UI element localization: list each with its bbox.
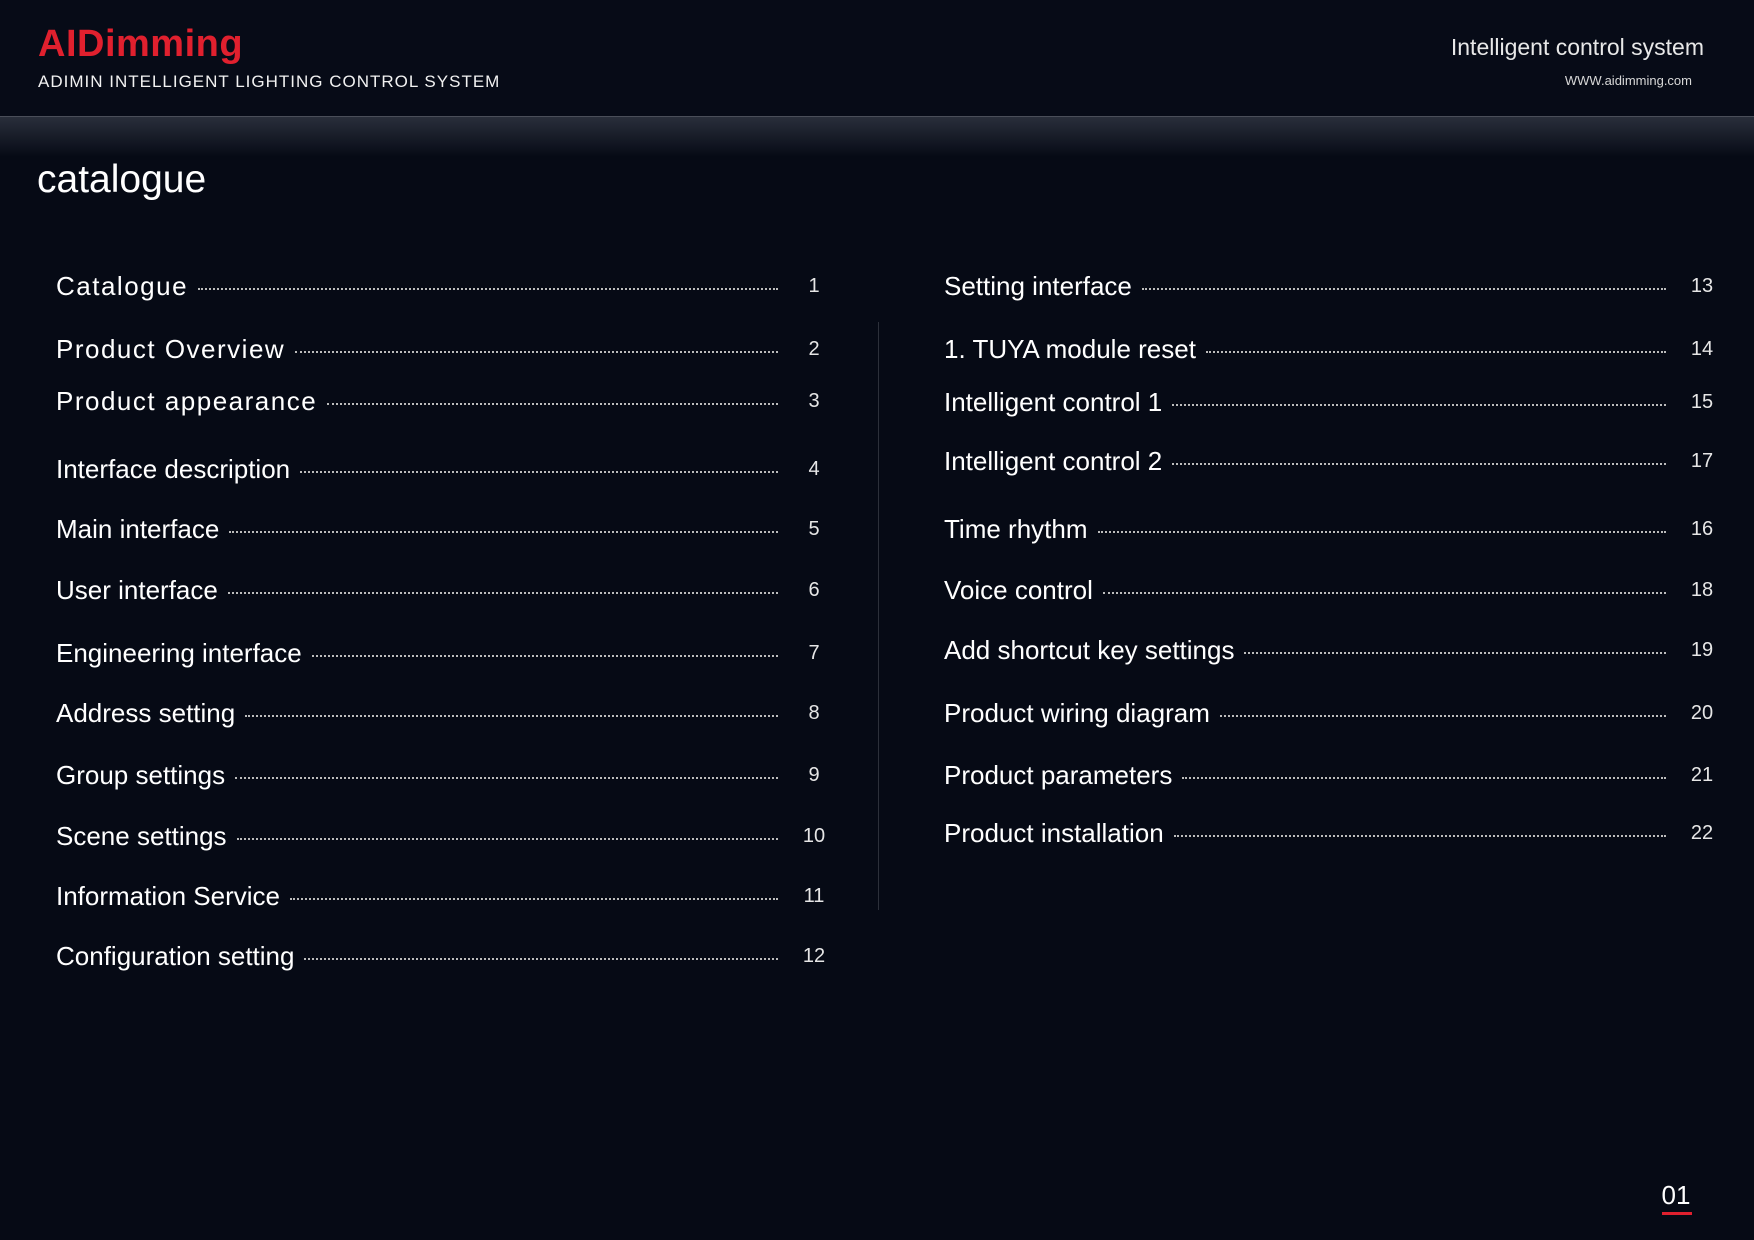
toc-leader-dots xyxy=(289,898,778,900)
toc-entry-label: Interface description xyxy=(56,453,291,484)
toc-leader-dots xyxy=(295,351,778,353)
toc-entry[interactable]: Product Overview 2 xyxy=(56,329,836,369)
toc-leader-dots xyxy=(1172,404,1666,406)
toc-entry[interactable]: Scene settings 10 xyxy=(56,816,836,856)
toc-entry-label: Product installation xyxy=(944,817,1164,848)
toc-entry-label: Group settings xyxy=(56,759,226,790)
toc-entry-page: 12 xyxy=(802,944,826,967)
toc-entry[interactable]: Engineering interface 7 xyxy=(56,633,836,673)
toc-entry-label: Configuration setting xyxy=(56,940,295,971)
toc-entry-label: Scene settings xyxy=(56,820,227,851)
toc-entry[interactable]: Intelligent control 1 15 xyxy=(944,382,1724,422)
toc-entry-page: 21 xyxy=(1690,763,1714,786)
page-title: catalogue xyxy=(37,158,207,201)
toc-entry-label: Voice control xyxy=(944,574,1093,605)
toc-leader-dots xyxy=(229,531,778,533)
toc-entry[interactable]: Address setting 8 xyxy=(56,693,836,733)
toc-entry-page: 14 xyxy=(1690,337,1714,360)
toc-leader-dots xyxy=(235,777,778,779)
toc-entry-label: User interface xyxy=(56,574,218,605)
toc-entry-page: 1 xyxy=(808,274,820,297)
toc-leader-dots xyxy=(327,403,778,405)
toc-entry-label: Add shortcut key settings xyxy=(944,634,1235,665)
toc-entry-page: 17 xyxy=(1690,449,1714,472)
toc-leader-dots xyxy=(1219,715,1666,717)
toc-entry-label: Engineering interface xyxy=(56,637,302,668)
toc-entry-page: 2 xyxy=(808,337,820,360)
toc-entry-label: Product parameters xyxy=(944,759,1173,790)
toc-leader-dots xyxy=(1173,835,1666,837)
toc-leader-dots xyxy=(304,958,778,960)
toc-entry-page: 7 xyxy=(808,641,820,664)
toc-entry-label: Information Service xyxy=(56,880,280,911)
toc-entry-page: 6 xyxy=(808,578,820,601)
toc-entry[interactable]: Catalogue 1 xyxy=(56,266,836,306)
toc-entry-page: 5 xyxy=(808,517,820,540)
toc-leader-dots xyxy=(1182,777,1666,779)
toc-entry-page: 16 xyxy=(1690,517,1714,540)
toc-entry-page: 18 xyxy=(1690,578,1714,601)
toc-entry[interactable]: User interface 6 xyxy=(56,570,836,610)
toc-leader-dots xyxy=(245,715,778,717)
toc-entry[interactable]: Group settings 9 xyxy=(56,755,836,795)
toc-entry-page: 10 xyxy=(802,824,826,847)
toc-entry-page: 11 xyxy=(803,884,825,907)
toc-entry[interactable]: Information Service 11 xyxy=(56,876,836,916)
toc-entry[interactable]: Voice control 18 xyxy=(944,570,1724,610)
toc-entry-label: Product wiring diagram xyxy=(944,697,1210,728)
toc-entry-label: Product Overview xyxy=(56,333,286,364)
toc-leader-dots xyxy=(1172,463,1666,465)
toc-entry-page: 8 xyxy=(808,701,820,724)
toc-entry-page: 22 xyxy=(1690,821,1714,844)
toc-entry[interactable]: Setting interface 13 xyxy=(944,266,1724,306)
toc-entry-label: Intelligent control 2 xyxy=(944,445,1163,476)
toc-entry[interactable]: Intelligent control 2 17 xyxy=(944,441,1724,481)
toc-entry-label: Main interface xyxy=(56,513,220,544)
system-title: Intelligent control system xyxy=(1450,34,1704,60)
website-url: WWW.aidimming.com xyxy=(1564,73,1692,88)
toc-entry[interactable]: Product installation 22 xyxy=(944,813,1724,853)
toc-leader-dots xyxy=(227,592,778,594)
catalogue-page: AIDimming ADIMIN INTELLIGENT LIGHTING CO… xyxy=(0,0,1754,1240)
toc-entry[interactable]: Product parameters 21 xyxy=(944,755,1724,795)
toc-entry-page: 20 xyxy=(1690,701,1714,724)
toc-entry-page: 9 xyxy=(808,763,820,786)
toc-entry-page: 15 xyxy=(1690,390,1714,413)
brand-subtitle: ADIMIN INTELLIGENT LIGHTING CONTROL SYST… xyxy=(38,72,501,91)
toc-leader-dots xyxy=(1102,592,1666,594)
toc-entry-label: 1. TUYA module reset xyxy=(944,333,1196,364)
toc-leader-dots xyxy=(236,838,778,840)
toc-entry-page: 3 xyxy=(808,389,820,412)
toc-entry[interactable]: Product wiring diagram 20 xyxy=(944,693,1724,733)
page-number: 01 xyxy=(1661,1180,1691,1210)
column-divider xyxy=(878,322,879,910)
toc-entry-label: Time rhythm xyxy=(944,513,1088,544)
header-shadow xyxy=(0,117,1754,157)
toc-entry-page: 19 xyxy=(1690,638,1714,661)
toc-entry-page: 13 xyxy=(1690,274,1714,297)
toc-leader-dots xyxy=(1097,531,1666,533)
toc-entry-label: Address setting xyxy=(56,697,236,728)
toc-entry[interactable]: Interface description 4 xyxy=(56,449,836,489)
toc-leader-dots xyxy=(311,655,778,657)
toc-leader-dots xyxy=(1205,351,1666,353)
toc-entry-label: Setting interface xyxy=(944,270,1132,301)
toc-entry[interactable]: Main interface 5 xyxy=(56,509,836,549)
toc-entry[interactable]: Configuration setting 12 xyxy=(56,936,836,976)
toc-entry-label: Intelligent control 1 xyxy=(944,386,1163,417)
brand-logo: AIDimming xyxy=(38,23,244,65)
toc-leader-dots xyxy=(198,288,778,290)
page-number-underline xyxy=(1662,1212,1692,1215)
toc-leader-dots xyxy=(1141,288,1666,290)
toc-entry[interactable]: Product appearance 3 xyxy=(56,381,836,421)
toc-entry[interactable]: Add shortcut key settings 19 xyxy=(944,630,1724,670)
toc-entry-label: Catalogue xyxy=(56,270,189,301)
toc-entry[interactable]: Time rhythm 16 xyxy=(944,509,1724,549)
header-bar: AIDimming ADIMIN INTELLIGENT LIGHTING CO… xyxy=(0,0,1754,117)
toc-entry-page: 4 xyxy=(808,457,820,480)
toc-entry-label: Product appearance xyxy=(56,385,318,416)
toc-leader-dots xyxy=(300,471,778,473)
toc-entry[interactable]: 1. TUYA module reset 14 xyxy=(944,329,1724,369)
toc-leader-dots xyxy=(1244,652,1666,654)
